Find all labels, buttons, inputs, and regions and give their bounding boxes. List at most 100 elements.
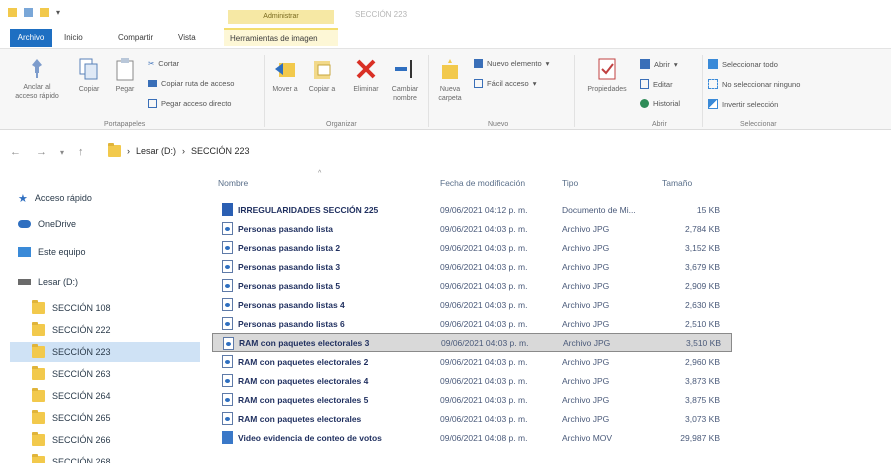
history-button[interactable]: Historial [640, 99, 680, 108]
file-name: Personas pasando listas 4 [238, 299, 345, 310]
move-to-button[interactable]: Mover a [270, 57, 300, 94]
rename-button[interactable]: Cambiar nombre [388, 57, 422, 103]
cut-button[interactable]: ✂ Cortar [148, 59, 179, 68]
edit-button[interactable]: Editar [640, 79, 673, 89]
file-type: Archivo JPG [562, 356, 610, 367]
sidebar-folder-item[interactable]: SECCIÓN 266 [10, 430, 180, 450]
tab-archivo[interactable]: Archivo [10, 29, 52, 47]
column-header-name[interactable]: Nombre [218, 178, 248, 188]
star-icon: ★ [18, 192, 28, 205]
file-date: 09/06/2021 04:03 p. m. [440, 356, 528, 367]
paste-button[interactable]: Pegar [110, 57, 140, 94]
sidebar-folder-item[interactable]: SECCIÓN 222 [10, 320, 180, 340]
new-folder-icon[interactable] [40, 8, 49, 17]
recent-dropdown-icon[interactable]: ▾ [60, 148, 64, 157]
sidebar-item-quick-access[interactable]: ★ Acceso rápido [18, 188, 92, 208]
sidebar-folder-item[interactable]: SECCIÓN 263 [10, 364, 180, 384]
sidebar-item-this-pc[interactable]: Este equipo [18, 242, 86, 262]
image-file-icon [223, 337, 234, 350]
file-row[interactable]: RAM con paquetes electorales 09/06/2021 0… [212, 409, 732, 428]
chevron-down-icon: ▾ [673, 59, 678, 69]
copy-to-button[interactable]: Copiar a [306, 57, 338, 94]
pin-icon [32, 59, 42, 78]
group-separator [428, 55, 429, 127]
sidebar-folder-label: SECCIÓN 108 [52, 303, 111, 313]
sidebar-folder-label: SECCIÓN 268 [52, 457, 111, 463]
tab-vista[interactable]: Vista [172, 29, 202, 47]
folder-icon [32, 432, 45, 446]
folder-icon [32, 366, 45, 380]
paste-shortcut-button[interactable]: Pegar acceso directo [148, 99, 231, 108]
sidebar-folder-item[interactable]: SECCIÓN 264 [10, 386, 180, 406]
properties-button[interactable]: Propiedades [578, 57, 636, 94]
file-type: Archivo MOV [562, 432, 613, 443]
pin-quick-access-button[interactable]: Anclar al acceso rápido [14, 57, 60, 101]
easy-access-label: Fácil acceso [487, 79, 529, 88]
file-row[interactable]: RAM con paquetes electorales 5 09/06/2021… [212, 390, 732, 409]
copy-path-button[interactable]: Copiar ruta de acceso [148, 79, 234, 88]
breadcrumb-drive[interactable]: Lesar (D:) [136, 146, 176, 156]
file-size: 3,073 KB [685, 413, 720, 424]
sidebar-item-onedrive[interactable]: OneDrive [18, 214, 76, 234]
file-date: 09/06/2021 04:03 p. m. [440, 318, 528, 329]
word-document-icon [222, 203, 233, 216]
invert-selection-button[interactable]: Invertir selección [708, 99, 778, 109]
file-date: 09/06/2021 04:03 p. m. [440, 261, 528, 272]
new-item-button[interactable]: Nuevo elemento ▾ [474, 59, 549, 68]
new-item-label: Nuevo elemento [487, 59, 542, 68]
group-label-seleccionar: Seleccionar [740, 121, 777, 128]
column-header-size[interactable]: Tamaño [662, 178, 692, 188]
tab-herramientas-de-imagen[interactable]: Herramientas de imagen [224, 28, 338, 46]
file-row[interactable]: Personas pasando listas 6 09/06/2021 04:0… [212, 314, 732, 333]
sidebar-folder-item[interactable]: SECCIÓN 223 [10, 342, 200, 362]
up-arrow-icon[interactable]: ↑ [78, 146, 84, 158]
file-row[interactable]: Personas pasando lista 5 09/06/2021 04:03… [212, 276, 732, 295]
file-row[interactable]: RAM con paquetes electorales 4 09/06/2021… [212, 371, 732, 390]
file-row[interactable]: Personas pasando lista 3 09/06/2021 04:03… [212, 257, 732, 276]
easy-access-button[interactable]: Fácil acceso ▾ [474, 79, 536, 88]
sidebar-folder-label: SECCIÓN 263 [52, 369, 111, 379]
sidebar-folder-item[interactable]: SECCIÓN 268 [10, 452, 180, 463]
select-none-button[interactable]: No seleccionar ninguno [708, 79, 800, 89]
image-file-icon [222, 222, 233, 235]
copy-button[interactable]: Copiar [72, 57, 106, 94]
file-name: Personas pasando listas 6 [238, 318, 345, 329]
file-name: RAM con paquetes electorales 3 [239, 337, 370, 348]
back-arrow-icon[interactable]: ← [10, 146, 21, 158]
delete-button[interactable]: Eliminar [346, 57, 386, 94]
cut-label: Cortar [158, 59, 180, 68]
file-row[interactable]: RAM con paquetes electorales 3 09/06/2021… [212, 333, 732, 352]
sidebar-folder-item[interactable]: SECCIÓN 108 [10, 298, 180, 318]
history-label: Historial [653, 99, 681, 108]
customize-dropdown-icon[interactable]: ▾ [56, 8, 62, 17]
file-date: 09/06/2021 04:03 p. m. [440, 375, 528, 386]
image-file-icon [222, 374, 233, 387]
tab-inicio[interactable]: Inicio [58, 29, 89, 47]
file-row[interactable]: IRREGULARIDADES SECCIÓN 225 09/06/2021 04… [212, 200, 732, 219]
image-file-icon [222, 393, 233, 406]
column-header-type[interactable]: Tipo [562, 178, 578, 188]
sidebar-folder-item[interactable]: SECCIÓN 265 [10, 408, 180, 428]
open-button[interactable]: Abrir ▾ [640, 59, 678, 69]
image-file-icon [222, 355, 233, 368]
select-all-button[interactable]: Seleccionar todo [708, 59, 778, 69]
column-header-date[interactable]: Fecha de modificación [440, 178, 525, 188]
new-folder-button[interactable]: Nueva carpeta [434, 57, 466, 103]
file-row[interactable]: RAM con paquetes electorales 2 09/06/2021… [212, 352, 732, 371]
file-row[interactable]: Personas pasando lista 2 09/06/2021 04:03… [212, 238, 732, 257]
properties-icon[interactable] [24, 8, 33, 17]
breadcrumb[interactable]: › Lesar (D:) › SECCIÓN 223 [108, 143, 250, 157]
file-date: 09/06/2021 04:03 p. m. [440, 242, 528, 253]
sidebar-item-drive[interactable]: Lesar (D:) [18, 272, 78, 292]
file-row[interactable]: Personas pasando listas 4 09/06/2021 04:0… [212, 295, 732, 314]
forward-arrow-icon[interactable]: → [36, 146, 47, 158]
breadcrumb-folder[interactable]: SECCIÓN 223 [191, 146, 250, 156]
copy-path-label: Copiar ruta de acceso [161, 79, 235, 88]
pin-label: Anclar al acceso rápido [15, 84, 59, 100]
file-row[interactable]: Video evidencia de conteo de votos 09/06/… [212, 428, 732, 447]
file-row[interactable]: Personas pasando lista 09/06/2021 04:03 p… [212, 219, 732, 238]
file-size: 2,630 KB [685, 299, 720, 310]
scissors-icon: ✂ [148, 59, 155, 68]
tab-compartir[interactable]: Compartir [112, 29, 159, 47]
folder-icon[interactable] [8, 8, 17, 17]
